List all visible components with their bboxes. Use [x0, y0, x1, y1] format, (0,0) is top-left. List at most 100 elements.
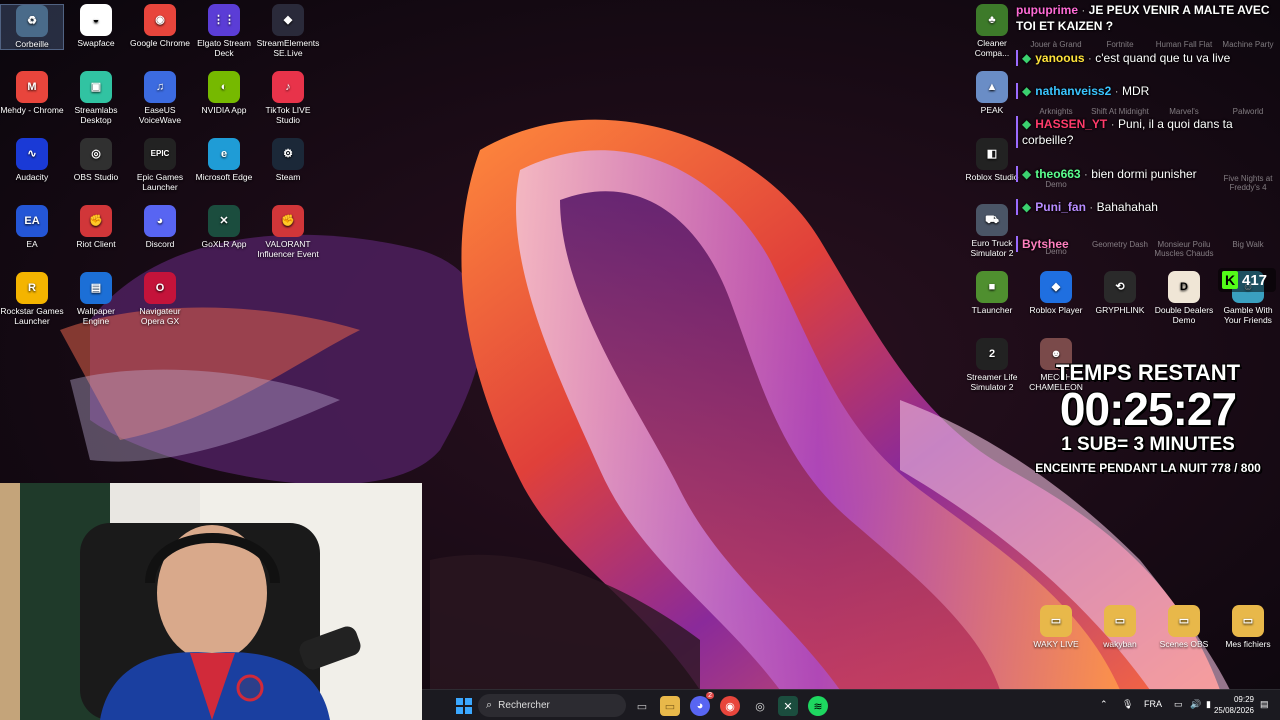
desktop-icon-swapface[interactable]: ◒ Swapface	[64, 4, 128, 48]
desktop-icon-label: Navigateur Opera GX	[139, 306, 181, 326]
roblox-icon: ◆	[1040, 271, 1072, 303]
chat-username: Puni_fan	[1035, 200, 1086, 214]
desktop-icon-obs-studio[interactable]: ◎ OBS Studio	[64, 138, 128, 182]
riot-icon: ✊	[80, 205, 112, 237]
ea-icon: EA	[16, 205, 48, 237]
task-view-button[interactable]: ▭	[632, 696, 652, 716]
faded-game-label: Human Fall Flat	[1155, 40, 1213, 49]
desktop-icon-elgato-stream-deck[interactable]: ⋮⋮ Elgato Stream Deck	[192, 4, 256, 58]
desktop-icon-gryphlink[interactable]: ⟲ GRYPHLINK	[1088, 271, 1152, 315]
faded-game-label: Palworld	[1232, 107, 1264, 116]
desktop-icon-cleaner-compa[interactable]: ♣ Cleaner Compa...	[960, 4, 1024, 58]
discord-taskbar-button[interactable]: ◕ 2	[690, 692, 714, 716]
desktop-icon-wakyban[interactable]: ▭ wakyban	[1088, 605, 1152, 649]
desktop-icon-corbeille[interactable]: ♻ Corbeille	[0, 4, 64, 50]
desktop-icon-steam[interactable]: ⚙ Steam	[256, 138, 320, 182]
desktop-icon-label: Scenes OBS	[1159, 639, 1209, 649]
faded-game-label: Machine Party	[1222, 40, 1274, 49]
desktop-icon-waky-live[interactable]: ▭ WAKY LIVE	[1024, 605, 1088, 649]
clock[interactable]: 09:29 25/08/2026	[1208, 694, 1254, 716]
desktop-icon-double-dealers-demo[interactable]: D Double Dealers Demo	[1152, 271, 1216, 325]
desktop-icon-discord[interactable]: ◕ Discord	[128, 205, 192, 249]
desktop-icon-label: wakyban	[1103, 639, 1137, 649]
desktop-icon-euro-truck-simulator-2[interactable]: ⛟ Euro Truck Simulator 2	[960, 204, 1024, 258]
chat-separator: ·	[1080, 167, 1092, 181]
desktop-icon-goxlr-app[interactable]: ✕ GoXLR App	[192, 205, 256, 249]
desktop-icon-label: TLauncher	[971, 305, 1013, 315]
desktop-icon-navigateur-opera-gx[interactable]: O Navigateur Opera GX	[128, 272, 192, 326]
folder-icon: ▭	[664, 700, 676, 713]
desktop-icon-label: OBS Studio	[73, 172, 119, 182]
microphone-icon[interactable]: 🎙	[1122, 699, 1133, 710]
desktop-icon-scenes-obs[interactable]: ▭ Scenes OBS	[1152, 605, 1216, 649]
obs-icon: ◎	[80, 138, 112, 170]
desktop-icon-label: Elgato Stream Deck	[197, 38, 251, 58]
desktop-icon-label: Discord	[145, 239, 175, 249]
desktop-icon-streamer-life-simulator-2[interactable]: 2 Streamer Life Simulator 2	[960, 338, 1024, 392]
goxlr-icon: ✕	[783, 700, 793, 713]
cleaner-icon: ♣	[976, 4, 1008, 36]
network-icon[interactable]: ▭	[1174, 699, 1183, 710]
notifications-icon[interactable]: ▤	[1260, 699, 1269, 710]
desktop-icon-label: Mes fichiers	[1225, 639, 1271, 649]
desktop-icon-roblox-studio[interactable]: ◧ Roblox Studio	[960, 138, 1024, 182]
chrome-icon: ◉	[725, 700, 735, 713]
desktop-icon-epic-games-launcher[interactable]: EPIC Epic Games Launcher	[128, 138, 192, 192]
desktop-icon-label: Epic Games Launcher	[136, 172, 184, 192]
chrome-icon: ◉	[144, 4, 176, 36]
desktop-icon-rockstar-games-launcher[interactable]: R Rockstar Games Launcher	[0, 272, 64, 326]
folder-icon: ▭	[1040, 605, 1072, 637]
desktop-icon-easeus-voicewave[interactable]: ♫ EaseUS VoiceWave	[128, 71, 192, 125]
taskbar-search[interactable]: ⌕ Rechercher	[478, 694, 626, 717]
chat-separator: ·	[1107, 117, 1118, 131]
desktop-icon-riot-client[interactable]: ✊ Riot Client	[64, 205, 128, 249]
desktop-icon-label: Corbeille	[15, 39, 49, 49]
chat-username: nathanveiss2	[1035, 84, 1112, 98]
rockstar-icon: R	[16, 272, 48, 304]
chat-text: MDR	[1121, 84, 1150, 98]
desktop-icon-peak[interactable]: ▲ PEAK	[960, 71, 1024, 115]
gryphlink-icon: ⟲	[1104, 271, 1136, 303]
desktop-icon-mes-fichiers[interactable]: ▭ Mes fichiers	[1216, 605, 1280, 649]
goxlr-icon: ✕	[208, 205, 240, 237]
show-hidden-icons-button[interactable]: ⌃	[1100, 699, 1108, 710]
desktop-icon-streamelements-se-live[interactable]: ◆ StreamElements SE.Live	[256, 4, 320, 58]
desktop-icon-valorant-influencer-event[interactable]: ✊ VALORANT Influencer Event	[256, 205, 320, 259]
sub-badge-icon: ◆	[1022, 51, 1032, 65]
desktop-icon-microsoft-edge[interactable]: e Microsoft Edge	[192, 138, 256, 182]
chat-message: ◆ yanoous · c'est quand que tu va live	[1016, 50, 1278, 66]
desktop-icon-label: Euro Truck Simulator 2	[970, 238, 1014, 258]
desktop-icon-label: NVIDIA App	[201, 105, 247, 115]
spotify-taskbar-button[interactable]: ≋	[808, 696, 828, 716]
desktop-icon-nvidia-app[interactable]: ◐ NVIDIA App	[192, 71, 256, 115]
desktop-icon-audacity[interactable]: ∿ Audacity	[0, 138, 64, 182]
desktop-icon-ea[interactable]: EA EA	[0, 205, 64, 249]
sub-badge-icon: ◆	[1022, 167, 1032, 181]
volume-icon[interactable]: 🔊	[1190, 699, 1201, 710]
chat-message: ◆ Puni_fan · Bahahahah	[1016, 199, 1278, 215]
taskbar: ⌕ Rechercher ▭ ▭ ◕ 2 ◉ ◎ ✕ ≋ ⌃ 🎙 FRA ▭ 🔊…	[422, 689, 1280, 720]
desktop-icon-label: Swapface	[77, 38, 115, 48]
desktop-icon-roblox-player[interactable]: ◆ Roblox Player	[1024, 271, 1088, 315]
chat-text: Bahahahah	[1096, 200, 1158, 214]
desktop-icon-label: Cleaner Compa...	[974, 38, 1010, 58]
desktop-icon-wallpaper-engine[interactable]: ▤ Wallpaper Engine	[64, 272, 128, 326]
desktop-icon-label: Streamer Life Simulator 2	[966, 372, 1018, 392]
discord-icon: ◕	[144, 205, 176, 237]
desktop-icon-tiktok-live-studio[interactable]: ♪ TikTok LIVE Studio	[256, 71, 320, 125]
faded-game-label: Jouer à Grand	[1030, 40, 1082, 49]
start-button[interactable]	[454, 696, 474, 716]
notification-badge: 2	[706, 692, 714, 699]
desktop-icon-mehdy-chrome[interactable]: M Mehdy - Chrome	[0, 71, 64, 115]
file-explorer-button[interactable]: ▭	[660, 696, 680, 716]
desktop-icon-tlauncher[interactable]: ■ TLauncher	[960, 271, 1024, 315]
desktop-icon-label: Google Chrome	[129, 38, 190, 48]
nvidia-icon: ◐	[208, 71, 240, 103]
chrome-taskbar-button[interactable]: ◉	[720, 696, 740, 716]
streamelements-taskbar-button[interactable]: ◎	[750, 696, 770, 716]
language-indicator[interactable]: FRA	[1144, 699, 1162, 709]
desktop-icon-label: VALORANT Influencer Event	[257, 239, 319, 259]
goxlr-taskbar-button[interactable]: ✕	[778, 696, 798, 716]
desktop-icon-google-chrome[interactable]: ◉ Google Chrome	[128, 4, 192, 48]
desktop-icon-streamlabs-desktop[interactable]: ▣ Streamlabs Desktop	[64, 71, 128, 125]
